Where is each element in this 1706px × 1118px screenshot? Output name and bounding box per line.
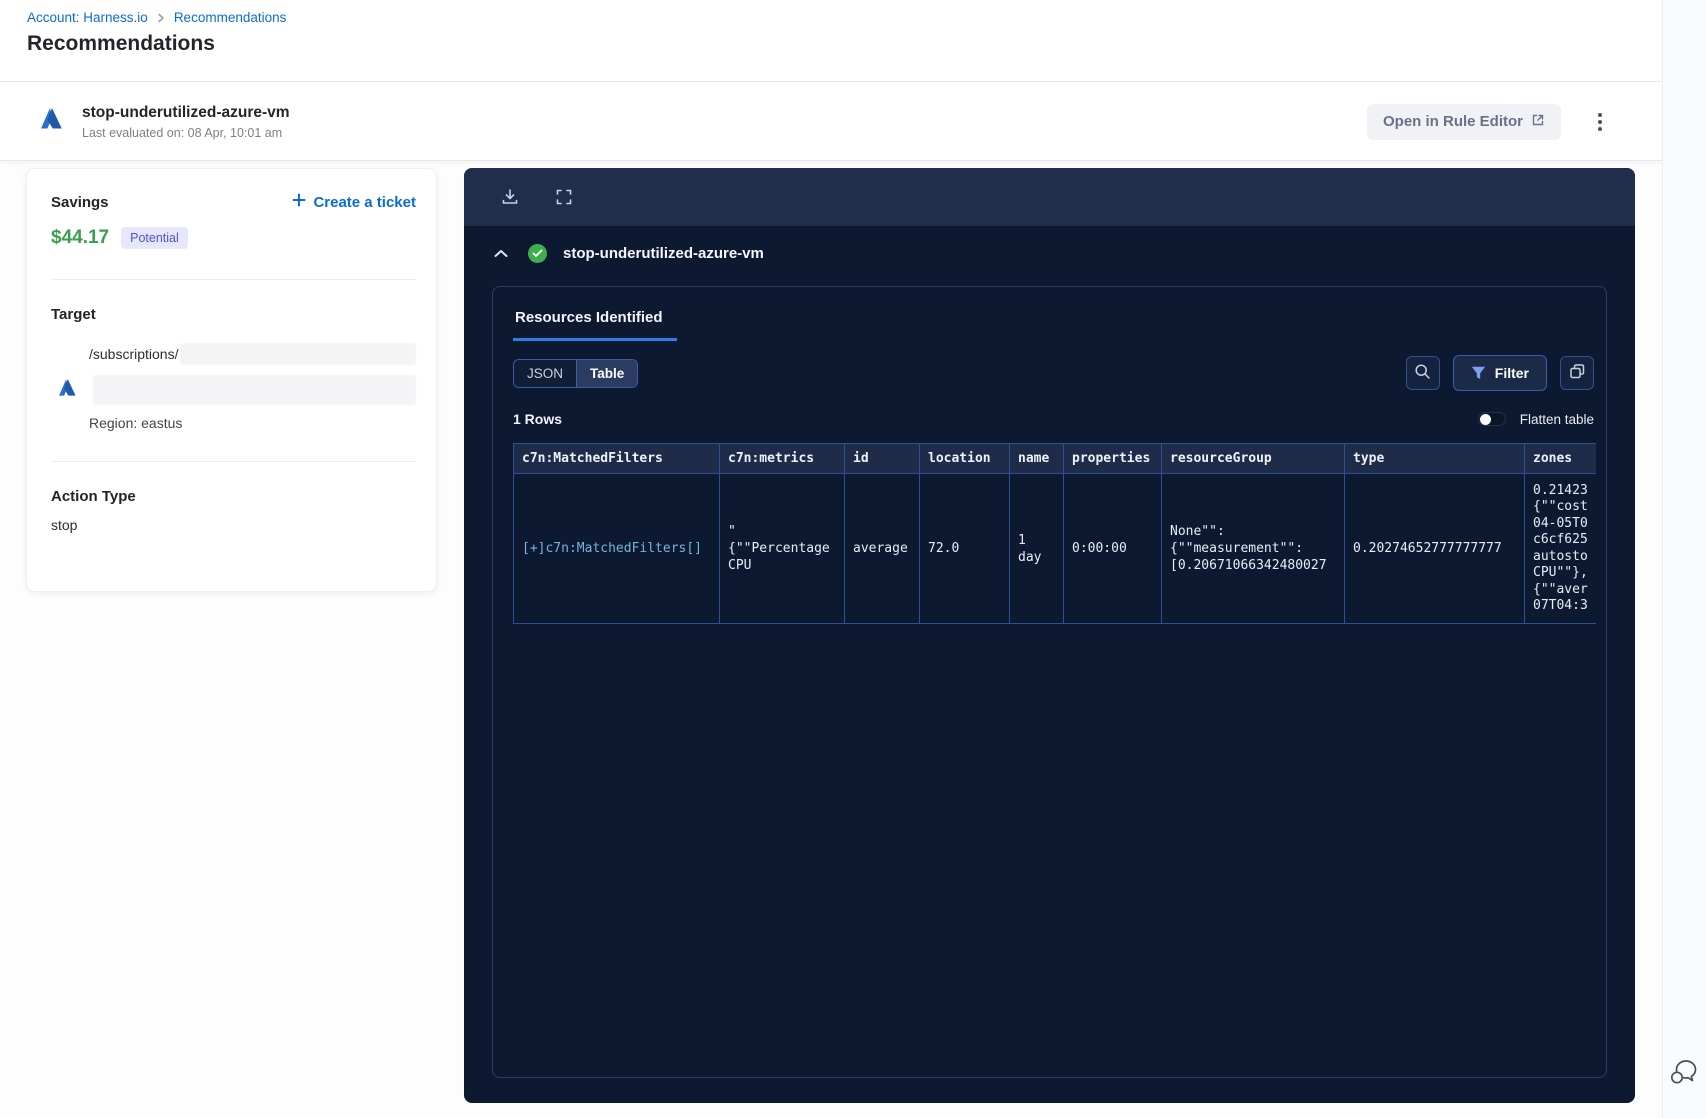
- cell-name: 1 day: [1009, 473, 1064, 624]
- table-header-row: c7n:MatchedFilters c7n:metrics id locati…: [513, 443, 1596, 474]
- col-header-metrics[interactable]: c7n:metrics: [719, 443, 845, 474]
- plus-icon: [292, 193, 306, 211]
- divider: [51, 461, 416, 462]
- col-header-id[interactable]: id: [844, 443, 920, 474]
- breadcrumb-current-link[interactable]: Recommendations: [174, 10, 287, 25]
- col-header-zones[interactable]: zones: [1524, 443, 1596, 474]
- azure-target-icon: [55, 376, 79, 405]
- right-gutter: [1662, 0, 1706, 1118]
- recommendations-page: Account: Harness.io Recommendations Reco…: [0, 0, 1706, 1118]
- potential-badge: Potential: [121, 227, 188, 249]
- results-table-viewport[interactable]: c7n:MatchedFilters c7n:metrics id locati…: [513, 443, 1596, 624]
- create-ticket-button[interactable]: Create a ticket: [292, 193, 416, 211]
- panel-rule-name: stop-underutilized-azure-vm: [563, 244, 764, 262]
- results-table: c7n:MatchedFilters c7n:metrics id locati…: [513, 443, 1596, 624]
- breadcrumb: Account: Harness.io Recommendations: [27, 10, 286, 25]
- table-row: [+]c7n:MatchedFilters[] " {""Percentage …: [513, 473, 1596, 624]
- copy-button[interactable]: [1560, 356, 1594, 390]
- open-in-rule-editor-label: Open in Rule Editor: [1382, 113, 1523, 130]
- azure-logo-icon: [36, 104, 66, 139]
- col-header-location[interactable]: location: [919, 443, 1010, 474]
- cell-zones: 0.21423 {""cost 04-05T0 c6cf625 autosto …: [1524, 473, 1596, 624]
- last-evaluated-text: Last evaluated on: 08 Apr, 10:01 am: [82, 125, 283, 140]
- funnel-icon: [1471, 366, 1486, 380]
- flatten-table-label: Flatten table: [1519, 411, 1594, 427]
- cell-resource-group: None"": {""measurement"": [0.20671066342…: [1161, 473, 1345, 624]
- fullscreen-button[interactable]: [550, 183, 578, 211]
- view-mode-toggle: JSON Table: [513, 358, 639, 388]
- create-ticket-label: Create a ticket: [313, 193, 416, 211]
- col-header-resource-group[interactable]: resourceGroup: [1161, 443, 1345, 474]
- search-button[interactable]: [1405, 356, 1440, 390]
- col-header-type[interactable]: type: [1344, 443, 1525, 474]
- chat-support-button[interactable]: [1666, 1054, 1700, 1088]
- external-link-icon: [1531, 113, 1545, 131]
- recommendation-name: stop-underutilized-azure-vm: [82, 103, 290, 121]
- col-header-matched-filters[interactable]: c7n:MatchedFilters: [513, 443, 720, 474]
- cell-location: 72.0: [919, 473, 1010, 624]
- col-header-name[interactable]: name: [1009, 443, 1064, 474]
- page-title: Recommendations: [27, 32, 215, 55]
- tab-resources-identified[interactable]: Resources Identified: [513, 301, 677, 341]
- divider: [51, 279, 416, 280]
- flatten-table-toggle[interactable]: [1477, 412, 1506, 426]
- target-path: /subscriptions/: [89, 346, 179, 362]
- chat-bubbles-icon: [1666, 1060, 1700, 1091]
- download-button[interactable]: [496, 183, 524, 211]
- view-json-button[interactable]: JSON: [514, 359, 577, 387]
- top-section: Account: Harness.io Recommendations Reco…: [0, 0, 1706, 82]
- redacted-target-name: [93, 375, 416, 405]
- more-options-menu-button[interactable]: [1588, 106, 1612, 138]
- view-table-button[interactable]: Table: [576, 359, 638, 387]
- rows-count: 1 Rows: [513, 411, 563, 427]
- collapse-chevron-up-icon[interactable]: [490, 245, 512, 262]
- cell-metrics: " {""Percentage CPU: [719, 473, 845, 624]
- action-type-label: Action Type: [51, 488, 136, 505]
- filter-button[interactable]: Filter: [1452, 355, 1547, 391]
- resources-container: Resources Identified JSON Table Filter 1…: [492, 286, 1607, 1078]
- chevron-right-icon: [156, 13, 166, 23]
- breadcrumb-account-link[interactable]: Account: Harness.io: [27, 10, 148, 25]
- savings-label: Savings: [51, 193, 109, 211]
- target-label: Target: [51, 306, 96, 323]
- redacted-target-path: [180, 343, 416, 365]
- recommendation-header: stop-underutilized-azure-vm Last evaluat…: [0, 83, 1706, 161]
- open-in-rule-editor-button[interactable]: Open in Rule Editor: [1366, 103, 1561, 140]
- action-type-value: stop: [51, 517, 78, 533]
- filter-label: Filter: [1494, 365, 1529, 381]
- recommendation-title-block: stop-underutilized-azure-vm Last evaluat…: [82, 104, 290, 140]
- success-check-icon: [528, 243, 547, 263]
- cell-properties: 0:00:00: [1063, 473, 1162, 624]
- copy-icon: [1569, 363, 1586, 383]
- results-panel: stop-underutilized-azure-vm Resources Id…: [464, 168, 1635, 1103]
- cell-id: average: [844, 473, 920, 624]
- col-header-properties[interactable]: properties: [1063, 443, 1162, 474]
- region-text: Region: eastus: [89, 415, 183, 431]
- savings-amount: $44.17: [51, 227, 110, 248]
- cell-type: 0.20274652777777777: [1344, 473, 1525, 624]
- savings-card: Savings Create a ticket $44.17 Potential…: [26, 168, 437, 592]
- panel-title-row: stop-underutilized-azure-vm: [464, 226, 1635, 280]
- panel-toolbar: [464, 168, 1635, 226]
- search-icon: [1414, 363, 1431, 383]
- cell-matched-filters-expand[interactable]: [+]c7n:MatchedFilters[]: [513, 473, 720, 624]
